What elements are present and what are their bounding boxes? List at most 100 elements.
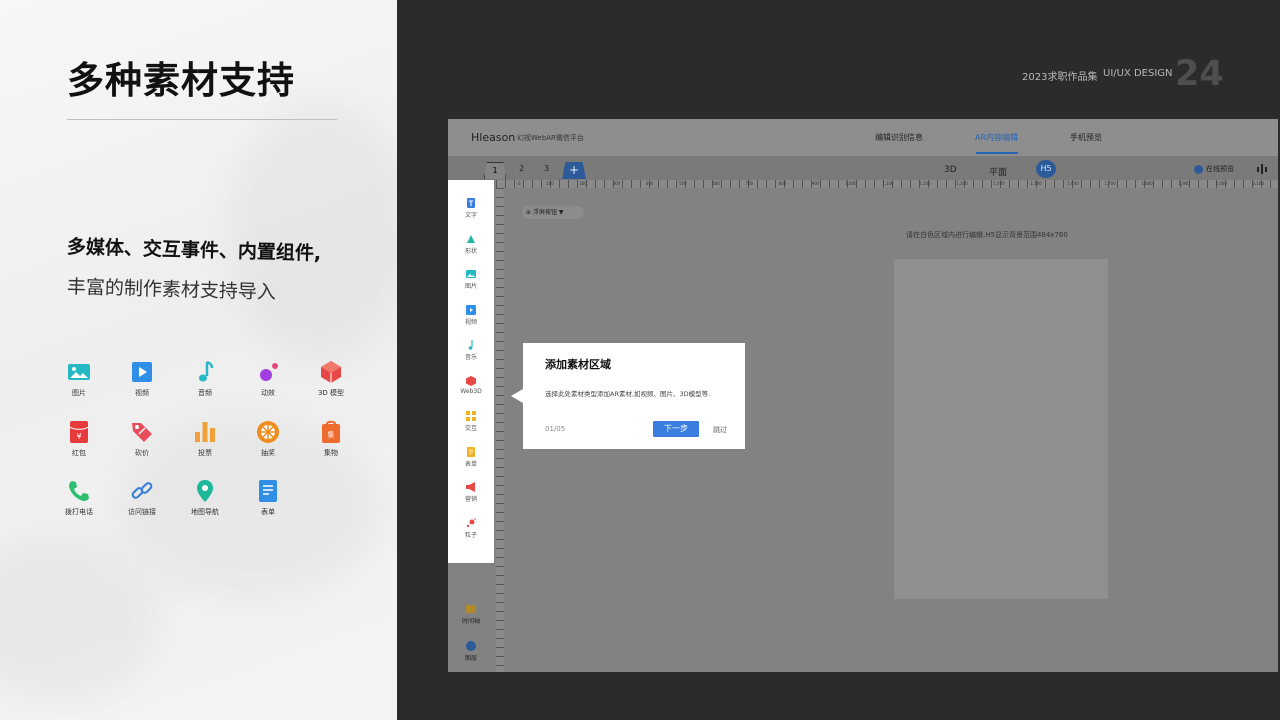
shape-icon xyxy=(467,235,475,243)
online-preview-label: 在线预览 xyxy=(1206,165,1234,173)
canvas-hint: 请在白色区域内进行编辑,H5显示背景范围484x760 xyxy=(906,231,1068,239)
page-title: 多种素材支持 xyxy=(67,59,295,102)
ruler-tick: 200 xyxy=(579,181,587,186)
ruler-tick: 1,200 xyxy=(919,181,931,186)
ruler-tick: 2,100 xyxy=(1252,181,1264,186)
tab-ar-content[interactable]: AR内容编辑 xyxy=(975,132,1018,143)
left-panel: 多种素材支持 多媒体、交互事件、内置组件, 丰富的制作素材支持导入 图片 视频 … xyxy=(0,0,397,720)
timeline-button[interactable]: 时间轴 xyxy=(448,604,494,625)
material-item: 3D 模型 xyxy=(306,360,356,398)
sidebar-label: 表单 xyxy=(464,461,477,468)
vote-bars-icon xyxy=(195,422,215,442)
material-item: 动效 xyxy=(243,360,293,398)
edit-canvas[interactable] xyxy=(894,259,1108,599)
sidebar-item-text[interactable]: 文字 xyxy=(448,198,494,219)
sidebar-label: 形状 xyxy=(464,248,477,255)
sidebar-label: Web3D xyxy=(460,388,482,395)
material-item: 访问链接 xyxy=(117,479,167,517)
ruler-tick: 700 xyxy=(745,181,754,186)
collect-bag-icon: 集 xyxy=(322,420,340,443)
page-tab-3[interactable]: 3 xyxy=(544,164,549,173)
material-label: 视频 xyxy=(135,389,149,397)
sidebar-item-shape[interactable]: 形状 xyxy=(448,234,494,255)
sidebar-item-web3d[interactable]: Web3D xyxy=(448,376,494,395)
layers-icon xyxy=(466,641,476,651)
ruler-tick: 1,900 xyxy=(1178,181,1190,186)
sidebar-label: 粒子 xyxy=(464,532,477,539)
material-item: 集 集物 xyxy=(306,420,356,458)
brand-subtitle: 幻视WebAR微信平台 xyxy=(517,134,584,142)
onboarding-popover: 添加素材区域 选择此处素材类型添加AR素材,如视频、图片、3D模型等. 01/0… xyxy=(523,343,745,449)
editor-toolbar: 1 2 3 + 3D 平面 H5 在线预览 xyxy=(448,156,1278,180)
material-item: 表单 xyxy=(243,479,293,517)
form-icon xyxy=(259,480,277,502)
svg-text:¥: ¥ xyxy=(76,432,81,441)
sidebar-item-marketing[interactable]: 营销 xyxy=(448,482,494,503)
subtitle-bold: 多媒体、交互事件、内置组件, xyxy=(66,236,322,265)
video-icon xyxy=(466,305,476,315)
motion-icon xyxy=(260,363,278,381)
ruler-tick: 800 xyxy=(778,181,787,186)
svg-text:集: 集 xyxy=(328,430,335,439)
audio-bars-icon[interactable] xyxy=(1256,164,1268,174)
layers-button[interactable]: 图层 xyxy=(448,641,494,662)
page-tab-1[interactable]: 1 xyxy=(484,162,506,179)
sidebar-item-video[interactable]: 视频 xyxy=(448,305,494,326)
material-label: 红包 xyxy=(72,449,86,457)
ruler-tick: 0 xyxy=(518,181,521,186)
dropdown-label: 浮屏按钮 xyxy=(532,209,557,216)
material-label: 拨打电话 xyxy=(65,508,93,516)
sidebar-item-image[interactable]: 图片 xyxy=(448,269,494,290)
sidebar-label: 文字 xyxy=(464,212,477,219)
skip-button[interactable]: 跳过 xyxy=(713,425,727,435)
material-label: 访问链接 xyxy=(128,508,156,516)
material-item: 地图导航 xyxy=(180,479,230,517)
material-item: 图片 xyxy=(54,360,104,398)
portfolio-label: 2023求职作品集 xyxy=(1022,72,1098,83)
tab-phone-preview[interactable]: 手机预览 xyxy=(1070,132,1102,143)
page-tab-2[interactable]: 2 xyxy=(519,164,524,173)
online-preview-button[interactable]: 在线预览 xyxy=(1194,164,1234,174)
ruler-tick: 300 xyxy=(612,181,621,186)
sidebar-item-particle[interactable]: 粒子 xyxy=(448,518,494,539)
material-label: 投票 xyxy=(198,449,212,457)
megaphone-icon xyxy=(466,482,475,492)
particle-icon xyxy=(466,518,476,528)
popover-step: 01/05 xyxy=(545,425,566,433)
interact-icon xyxy=(466,411,476,421)
material-item: 投票 xyxy=(180,420,230,458)
ruler-tick: 100 xyxy=(546,181,554,186)
timeline-icon xyxy=(466,605,476,613)
ruler-tick: 600 xyxy=(712,181,720,186)
leaf-shadow xyxy=(230,100,397,360)
red-packet-icon: ¥ xyxy=(69,421,89,443)
next-step-button[interactable]: 下一步 xyxy=(653,421,699,437)
map-pin-icon xyxy=(197,480,213,502)
ruler-tick: 1,600 xyxy=(1067,181,1079,186)
ruler-tick: 1,500 xyxy=(1030,181,1042,186)
material-item: ¥ 红包 xyxy=(54,420,104,458)
tab-edit-recognition[interactable]: 编辑识别信息 xyxy=(875,132,923,143)
ruler-tick: 500 xyxy=(679,181,687,186)
material-item: 砍价 xyxy=(117,420,167,458)
sidebar-item-form[interactable]: 表单 xyxy=(448,447,494,468)
layers-label: 图层 xyxy=(464,655,477,662)
mode-3d-button[interactable]: 3D xyxy=(944,165,957,175)
form-icon xyxy=(467,447,475,457)
mode-flat-button[interactable]: 平面 xyxy=(989,165,1007,178)
ruler-tick: 1,100 xyxy=(882,181,894,186)
cube-3d-icon xyxy=(321,361,341,383)
sidebar-item-interact[interactable]: 交互 xyxy=(448,411,494,432)
text-icon xyxy=(467,198,475,208)
material-item: 音频 xyxy=(180,360,230,398)
music-note-icon xyxy=(468,340,473,350)
sidebar-item-music[interactable]: 音乐 xyxy=(448,340,494,361)
ruler-tick: 2,000 xyxy=(1215,181,1227,186)
ruler-tick: 900 xyxy=(811,181,820,186)
lottery-wheel-icon xyxy=(257,421,279,443)
material-item: 视频 xyxy=(117,360,167,398)
float-button-dropdown[interactable]: ⊕ 浮屏按钮 ▼ xyxy=(522,206,584,219)
mode-h5-button[interactable]: H5 xyxy=(1036,160,1056,178)
add-page-button[interactable]: + xyxy=(562,162,586,179)
phone-icon xyxy=(69,481,89,501)
